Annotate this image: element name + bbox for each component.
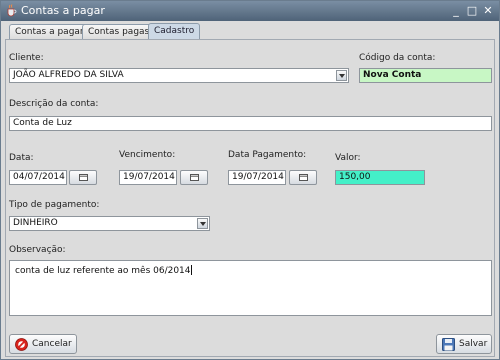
data-calendar-button[interactable] (69, 170, 97, 185)
cliente-combobox[interactable]: JOÃO ALFREDO DA SILVA (9, 68, 349, 83)
vencimento-label: Vencimento: (119, 150, 176, 160)
cancel-icon (15, 338, 28, 358)
cadastro-panel: Cliente: JOÃO ALFREDO DA SILVA Código da… (5, 39, 495, 357)
tab-contas-a-pagar[interactable]: Contas a pagar (9, 24, 90, 39)
save-label: Salvar (459, 339, 488, 349)
vencimento-calendar-button[interactable] (180, 170, 208, 185)
save-button[interactable]: Salvar (436, 334, 492, 354)
tab-cadastro[interactable]: Cadastro (148, 23, 201, 39)
data-pagamento-label: Data Pagamento: (228, 150, 307, 160)
observacao-label: Observação: (9, 245, 66, 255)
cancel-label: Cancelar (32, 339, 72, 349)
descricao-label: Descrição da conta: (9, 99, 99, 109)
data-field[interactable]: 04/07/2014 (9, 170, 67, 185)
valor-label: Valor: (335, 153, 361, 163)
java-cup-icon (5, 4, 17, 17)
tipo-pagamento-combobox[interactable]: DINHEIRO (9, 216, 210, 231)
descricao-field[interactable]: Conta de Luz (9, 116, 492, 131)
chevron-down-icon[interactable] (336, 70, 347, 81)
valor-field[interactable]: 150,00 (335, 170, 425, 185)
codigo-label: Código da conta: (359, 53, 436, 63)
tipo-pagamento-label: Tipo de pagamento: (9, 200, 100, 210)
chevron-down-icon[interactable] (197, 218, 208, 229)
window: Contas a pagar _ □ ✕ Contas a pagar Cont… (0, 0, 500, 360)
tipo-pagamento-value: DINHEIRO (13, 218, 58, 228)
cliente-label: Cliente: (9, 53, 44, 63)
calendar-icon (190, 174, 199, 181)
tab-contas-pagas[interactable]: Contas pagas (82, 24, 156, 39)
minimize-button[interactable]: _ (449, 4, 463, 17)
floppy-disk-icon (442, 338, 455, 358)
codigo-field[interactable]: Nova Conta (359, 68, 492, 83)
observacao-text: conta de luz referente ao mês 06/2014 (15, 266, 191, 276)
calendar-icon (299, 174, 308, 181)
close-button[interactable]: ✕ (481, 4, 495, 17)
text-caret (190, 265, 192, 275)
data-pagamento-field[interactable]: 19/07/2014 (228, 170, 286, 185)
cliente-value: JOÃO ALFREDO DA SILVA (13, 70, 124, 80)
title-bar[interactable]: Contas a pagar _ □ ✕ (1, 1, 499, 21)
data-label: Data: (9, 153, 34, 163)
observacao-textarea[interactable]: conta de luz referente ao mês 06/2014 (9, 260, 492, 316)
window-title: Contas a pagar (21, 4, 105, 17)
calendar-icon (79, 174, 88, 181)
cancel-button[interactable]: Cancelar (9, 334, 77, 354)
data-pagamento-calendar-button[interactable] (289, 170, 317, 185)
maximize-button[interactable]: □ (465, 4, 479, 17)
vencimento-field[interactable]: 19/07/2014 (119, 170, 177, 185)
